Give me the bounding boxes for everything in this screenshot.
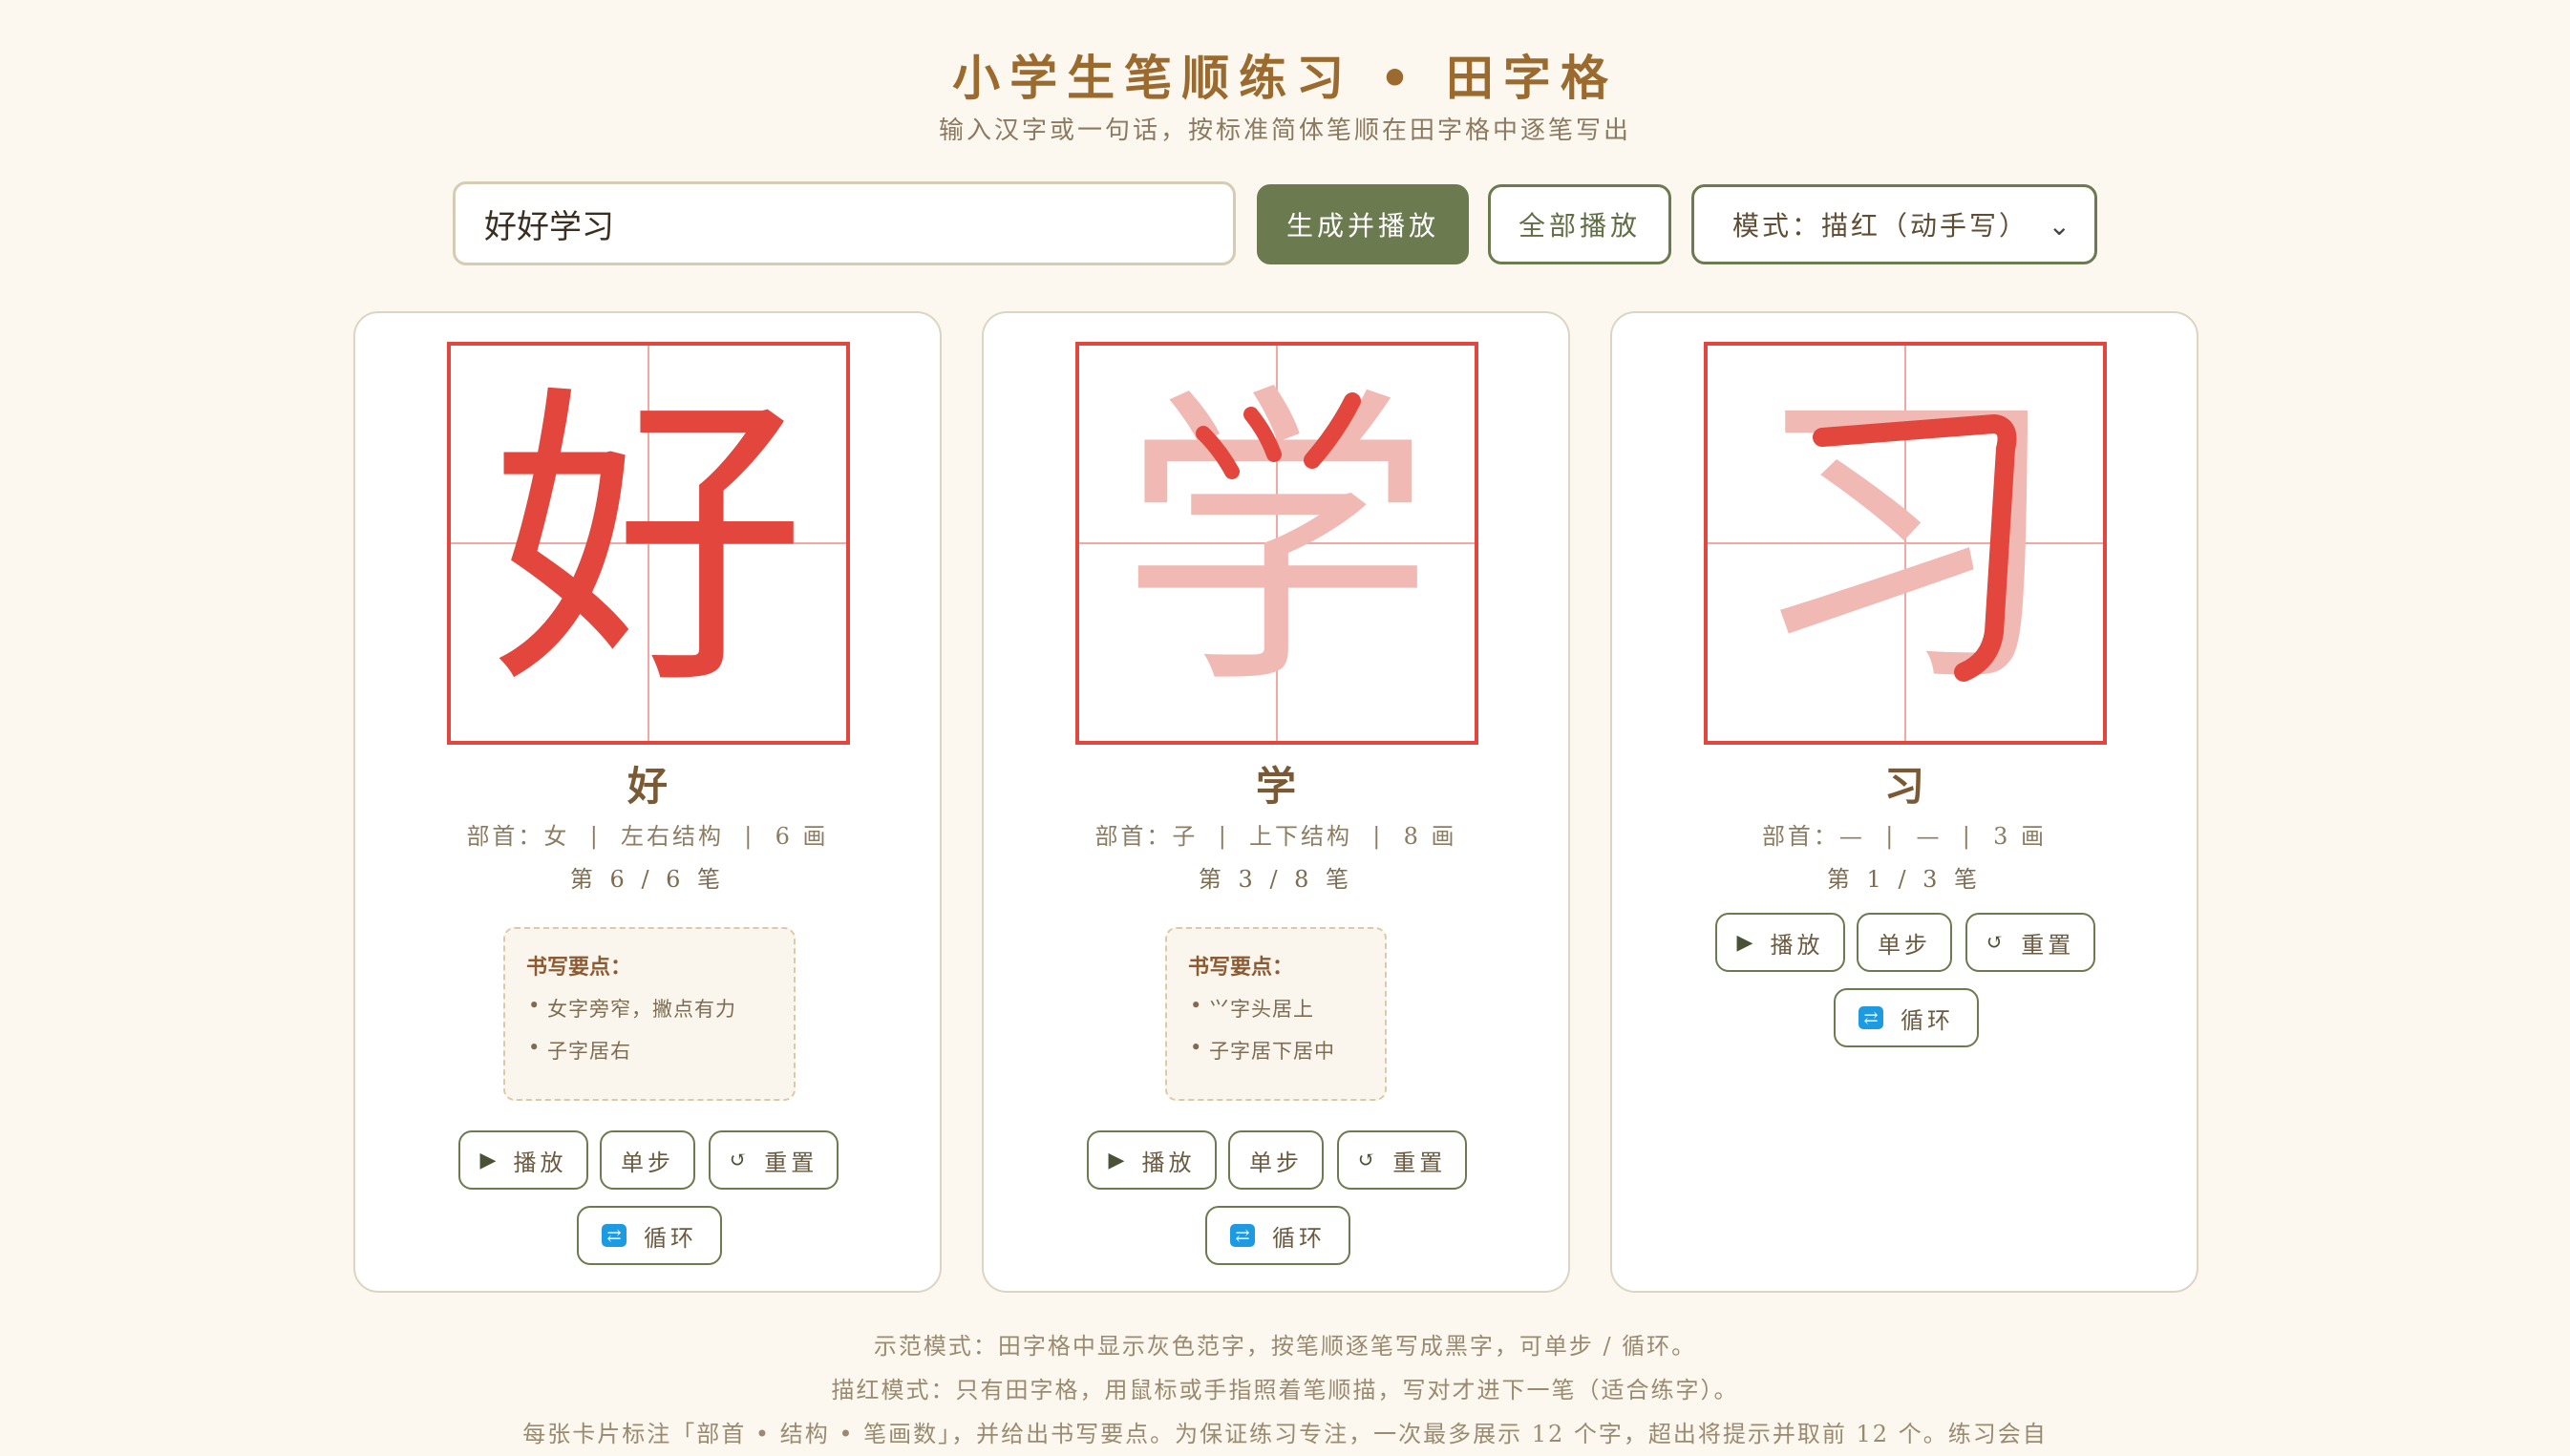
mode-select[interactable]: 模式：描红（动手写） ⌄ [1691,184,2097,264]
app-page: 小学生笔顺练习 • 田字格 输入汉字或一句话，按标准简体笔顺在田字格中逐笔写出 … [0,0,2570,1456]
play-button[interactable]: ▶ 播放 [458,1130,588,1190]
footer-note-demo: 示范模式：田字格中显示灰色范字，按笔顺逐笔写成黑字，可单步 / 循环。 [873,1333,1697,1360]
stroke-progress: 第 3 / 8 笔 [1198,866,1354,893]
character-label: 好 [627,763,668,810]
loop-button[interactable]: ⇄ 循环 [1834,988,1979,1047]
writing-tips: 书写要点： ⺍字头居上 子字居下居中 [1165,927,1387,1101]
mode-select-value: 模式：描红（动手写） [1732,210,2029,242]
loop-button[interactable]: ⇄ 循环 [577,1206,722,1265]
reset-icon: ↺ [1357,1148,1380,1172]
loop-icon: ⇄ [1858,1006,1883,1029]
tianzige-grid[interactable]: 学 [1075,342,1478,745]
character-label: 习 [1883,763,1924,810]
character-card: 习 习 部首：— | — | 3 画 第 1 / 3 笔 ▶ 播放 单步 ↺ 重置 … [1610,311,2198,1293]
tips-title: 书写要点： [526,955,632,980]
character-info: 部首：子 | 上下结构 | 8 画 [1094,823,1457,850]
reset-button[interactable]: ↺ 重置 [1337,1130,1467,1190]
footer-note-cards: 每张卡片标注「部首 • 结构 • 笔画数」，并给出书写要点。为保证练习专注，一次… [522,1421,2048,1447]
chevron-down-icon: ⌄ [2048,210,2073,242]
tianzige-grid[interactable]: 习 [1704,342,2107,745]
loop-icon: ⇄ [602,1224,627,1247]
tip-item: 女字旁窄，撇点有力 [526,994,773,1023]
character-info: 部首：女 | 左右结构 | 6 画 [466,823,829,850]
character-label: 学 [1255,763,1296,810]
play-button[interactable]: ▶ 播放 [1715,913,1845,972]
tip-item: ⺍字头居上 [1188,994,1364,1023]
step-button[interactable]: 单步 [600,1130,695,1190]
tianzige-grid[interactable]: 好 [447,342,850,745]
play-icon: ▶ [1108,1148,1129,1172]
reset-button[interactable]: ↺ 重置 [709,1130,839,1190]
page-subtitle: 输入汉字或一句话，按标准简体笔顺在田字格中逐笔写出 [938,116,1631,145]
play-button[interactable]: ▶ 播放 [1087,1130,1217,1190]
play-all-button[interactable]: 全部播放 [1488,184,1671,264]
character-info: 部首：— | — | 3 画 [1761,823,2048,850]
page-title: 小学生笔顺练习 • 田字格 [952,50,1618,106]
stroke-progress: 第 6 / 6 笔 [569,866,726,893]
completed-strokes [1813,414,2017,682]
character-card: 学 学 部首：子 | 上下结构 | 8 画 第 3 / 8 笔 书写要点： ⺍字… [982,311,1570,1293]
stroke-progress: 第 1 / 3 笔 [1826,866,1983,893]
loop-icon: ⇄ [1230,1224,1255,1247]
tip-item: 子字居右 [526,1036,773,1065]
tips-title: 书写要点： [1188,955,1294,980]
character-card: 好 好 部首：女 | 左右结构 | 6 画 第 6 / 6 笔 书写要点： 女字… [353,311,942,1293]
step-button[interactable]: 单步 [1857,913,1952,972]
controls-bar: 生成并播放 全部播放 模式：描红（动手写） ⌄ [0,181,2570,265]
writing-tips: 书写要点： 女字旁窄，撇点有力 子字居右 [503,927,796,1101]
step-button[interactable]: 单步 [1228,1130,1324,1190]
character-input[interactable] [453,181,1236,265]
generate-play-button[interactable]: 生成并播放 [1257,184,1469,264]
tip-item: 子字居下居中 [1188,1036,1364,1065]
footer-note-trace: 描红模式：只有田字格，用鼠标或手指照着笔顺描，写对才进下一笔（适合练字）。 [831,1377,1739,1403]
reset-icon: ↺ [1986,930,2008,955]
play-icon: ▶ [1736,930,1757,955]
reset-icon: ↺ [729,1148,752,1172]
completed-strokes [1196,392,1361,479]
reset-button[interactable]: ↺ 重置 [1965,913,2095,972]
loop-button[interactable]: ⇄ 循环 [1205,1206,1350,1265]
character-glyph: 好 [491,360,806,727]
play-icon: ▶ [479,1148,500,1172]
